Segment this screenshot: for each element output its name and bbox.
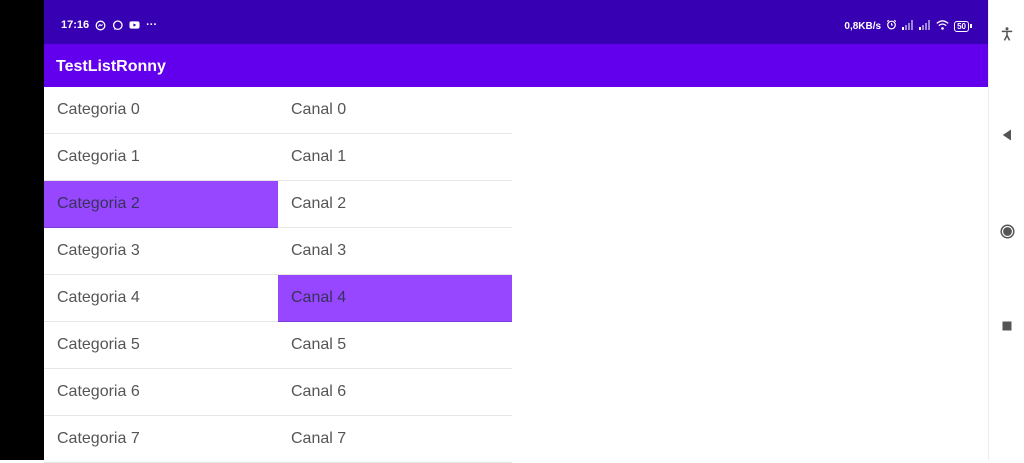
battery-icon: 50 <box>954 20 972 32</box>
category-item-label: Categoria 4 <box>57 289 140 306</box>
category-item[interactable]: Categoria 6 <box>44 369 278 416</box>
category-item-label: Categoria 6 <box>57 383 140 400</box>
category-item-label: Categoria 2 <box>57 195 140 212</box>
canal-item-label: Canal 1 <box>291 148 347 165</box>
content-area: Categoria 0 Categoria 1 Categoria 2 Categor… <box>44 87 988 463</box>
canal-item[interactable]: Canal 6 <box>278 369 512 416</box>
category-item[interactable]: Categoria 2 <box>44 181 278 228</box>
canal-item[interactable]: Canal 2 <box>278 181 512 228</box>
category-item-label: Categoria 5 <box>57 336 140 353</box>
canal-item[interactable]: Canal 1 <box>278 134 512 181</box>
canal-item[interactable]: Canal 0 <box>278 87 512 134</box>
canal-item-label: Canal 5 <box>291 336 347 353</box>
category-item-label: Categoria 0 <box>57 101 140 118</box>
category-item-label: Categoria 7 <box>57 430 140 447</box>
messenger-icon <box>95 20 106 31</box>
display-cutout <box>0 0 44 460</box>
alarm-icon <box>886 19 897 33</box>
whatsapp-icon <box>112 19 123 31</box>
canal-item-label: Canal 4 <box>291 289 347 306</box>
category-item[interactable]: Categoria 0 <box>44 87 278 134</box>
lists-container: Categoria 0 Categoria 1 Categoria 2 Categor… <box>44 87 512 463</box>
youtube-icon <box>129 20 140 31</box>
canal-item-label: Canal 7 <box>291 430 347 447</box>
canal-item-label: Canal 2 <box>291 195 347 212</box>
recents-icon[interactable] <box>989 320 1024 332</box>
app-bar: TestListRonny <box>44 44 988 87</box>
category-list: Categoria 0 Categoria 1 Categoria 2 Categor… <box>44 87 278 463</box>
category-item-label: Categoria 3 <box>57 242 140 259</box>
canal-list: Canal 0 Canal 1 Canal 2 Canal 3 Canal 4 Canal… <box>278 87 512 463</box>
category-item[interactable]: Categoria 4 <box>44 275 278 322</box>
category-item[interactable]: Categoria 3 <box>44 228 278 275</box>
canal-item[interactable]: Canal 4 <box>278 275 512 322</box>
status-right: 0,8KB/s 50 <box>844 19 972 33</box>
app-title: TestListRonny <box>56 58 166 75</box>
canal-item-label: Canal 0 <box>291 101 347 118</box>
canal-item[interactable]: Canal 7 <box>278 416 512 463</box>
category-item-label: Categoria 1 <box>57 148 140 165</box>
net-speed: 0,8KB/s <box>844 20 882 32</box>
status-bar: 17:16 ··· 0,8KB/s 50 <box>44 0 988 44</box>
canal-item-label: Canal 6 <box>291 383 347 400</box>
category-item[interactable]: Categoria 5 <box>44 322 278 369</box>
status-time: 17:16 <box>61 19 90 31</box>
canal-item[interactable]: Canal 3 <box>278 228 512 275</box>
category-item[interactable]: Categoria 1 <box>44 134 278 181</box>
canal-item[interactable]: Canal 5 <box>278 322 512 369</box>
status-overflow: ··· <box>146 19 158 31</box>
wifi-icon <box>936 19 949 33</box>
status-left: 17:16 ··· <box>61 19 157 31</box>
back-icon[interactable] <box>989 128 1024 142</box>
accessibility-icon[interactable] <box>989 26 1024 42</box>
home-icon[interactable] <box>989 223 1024 239</box>
signal-icon <box>919 19 931 33</box>
battery-level: 50 <box>954 20 969 32</box>
category-item[interactable]: Categoria 7 <box>44 416 278 463</box>
canal-item-label: Canal 3 <box>291 242 347 259</box>
navigation-bar <box>988 0 1024 460</box>
signal-icon <box>902 19 914 33</box>
